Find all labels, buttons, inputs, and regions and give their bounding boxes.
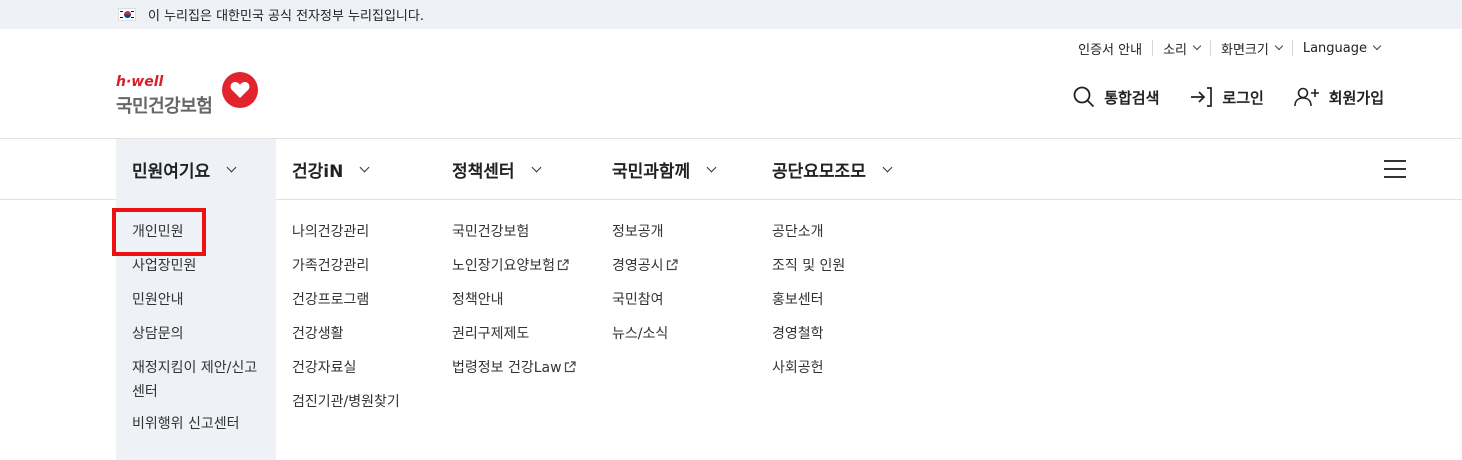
- heart-logo-icon: [222, 72, 258, 108]
- submenu-item[interactable]: 홍보센터: [772, 290, 845, 324]
- submenu-item[interactable]: 정보공개: [612, 222, 678, 256]
- nav-menu-label: 민원여기요: [132, 162, 211, 182]
- signup-label: 회원가입: [1328, 88, 1384, 107]
- submenu-item[interactable]: 정책안내: [452, 290, 576, 324]
- chevron-down-icon: [706, 162, 717, 173]
- submenu-item[interactable]: 민원안내: [132, 290, 264, 324]
- font-size-dropdown[interactable]: 화면크기: [1210, 40, 1292, 58]
- nav-menu-label: 건강iN: [292, 162, 344, 182]
- nav-menu-policy[interactable]: 정책센터: [452, 139, 542, 200]
- nav-menu-about[interactable]: 공단요모조모: [772, 139, 893, 200]
- submenu-item[interactable]: 공단소개: [772, 222, 845, 256]
- login-icon: [1191, 87, 1213, 107]
- submenu-item-label: 법령정보 건강Law: [452, 360, 562, 376]
- font-size-label: 화면크기: [1221, 42, 1269, 58]
- submenu-item[interactable]: 국민건강보험: [452, 222, 576, 256]
- gov-banner: 이 누리집은 대한민국 공식 전자정부 누리집입니다.: [0, 0, 1462, 29]
- submenu-policy: 국민건강보험 노인장기요양보험 정책안내 권리구제제도 법령정보 건강Law: [452, 222, 576, 392]
- submenu-item[interactable]: 재정지킴이 제안/신고센터: [132, 356, 264, 414]
- utility-bar: 인증서 안내 소리 화면크기 Language: [1068, 40, 1390, 58]
- submenu-item-label: 경영공시: [612, 258, 664, 274]
- submenu-item[interactable]: 조직 및 인원: [772, 256, 845, 290]
- submenu-about: 공단소개 조직 및 인원 홍보센터 경영철학 사회공헌: [772, 222, 845, 392]
- language-dropdown[interactable]: Language: [1291, 40, 1390, 56]
- submenu-item[interactable]: 뉴스/소식: [612, 324, 678, 358]
- certificate-link[interactable]: 인증서 안내: [1068, 40, 1152, 58]
- external-link-icon: [557, 259, 569, 271]
- submenu-item[interactable]: 국민참여: [612, 290, 678, 324]
- gov-banner-text: 이 누리집은 대한민국 공식 전자정부 누리집입니다.: [148, 9, 424, 24]
- chevron-down-icon: [1192, 41, 1202, 51]
- submenu-together: 정보공개 경영공시 국민참여 뉴스/소식: [612, 222, 678, 358]
- nav-menu-together[interactable]: 국민과함께: [612, 139, 717, 200]
- logo-title: 국민건강보험: [116, 96, 213, 117]
- submenu-item[interactable]: 사회공헌: [772, 358, 845, 392]
- submenu-item[interactable]: 비위행위 신고센터: [132, 414, 264, 448]
- nav-menu-label: 공단요모조모: [772, 162, 866, 182]
- korea-flag-icon: [118, 8, 136, 21]
- submenu-item-label: 노인장기요양보험: [452, 258, 556, 274]
- submenu-item[interactable]: 나의건강관리: [292, 222, 400, 256]
- nav-menu-label: 정책센터: [452, 162, 515, 182]
- submenu-item[interactable]: 검진기관/병원찾기: [292, 392, 400, 426]
- hamburger-menu-icon[interactable]: [1384, 160, 1406, 178]
- external-link-icon: [666, 259, 678, 271]
- search-icon: [1073, 86, 1095, 108]
- submenu-item[interactable]: 법령정보 건강Law: [452, 358, 576, 392]
- nav-menu-label: 국민과함께: [612, 162, 691, 182]
- submenu-item[interactable]: 건강자료실: [292, 358, 400, 392]
- login-label: 로그인: [1222, 88, 1264, 107]
- external-link-icon: [564, 361, 576, 373]
- add-user-icon: [1293, 87, 1319, 107]
- main-navigation: 민원여기요 건강iN 정책센터 국민과함께 공단요모조모: [0, 138, 1462, 200]
- search-label: 통합검색: [1104, 88, 1160, 107]
- chevron-down-icon: [226, 162, 237, 173]
- submenu-item[interactable]: 경영철학: [772, 324, 845, 358]
- submenu-health-in: 나의건강관리 가족건강관리 건강프로그램 건강생활 건강자료실 검진기관/병원찾…: [292, 222, 400, 426]
- signup-button[interactable]: 회원가입: [1293, 86, 1384, 108]
- chevron-down-icon: [1372, 41, 1382, 51]
- language-label: Language: [1302, 40, 1367, 56]
- nav-menu-health-in[interactable]: 건강iN: [292, 139, 370, 200]
- sound-label: 소리: [1163, 42, 1187, 58]
- submenu-item[interactable]: 건강프로그램: [292, 290, 400, 324]
- submenu-item[interactable]: 상담문의: [132, 324, 264, 358]
- site-logo[interactable]: h·well 국민건강보험: [116, 72, 266, 128]
- submenu-item[interactable]: 권리구제제도: [452, 324, 576, 358]
- submenu-item[interactable]: 건강생활: [292, 324, 400, 358]
- chevron-down-icon: [882, 162, 893, 173]
- submenu-item[interactable]: 경영공시: [612, 256, 678, 290]
- sound-dropdown[interactable]: 소리: [1152, 40, 1210, 58]
- chevron-down-icon: [359, 162, 370, 173]
- certificate-label: 인증서 안내: [1078, 42, 1143, 58]
- chevron-down-icon: [531, 162, 542, 173]
- search-button[interactable]: 통합검색: [1073, 86, 1159, 108]
- submenu-item[interactable]: 가족건강관리: [292, 256, 400, 290]
- submenu-item[interactable]: 사업장민원: [132, 256, 264, 290]
- chevron-down-icon: [1274, 41, 1284, 51]
- login-button[interactable]: 로그인: [1189, 86, 1264, 108]
- logo-subtitle: h·well: [116, 74, 164, 90]
- submenu-item[interactable]: 노인장기요양보험: [452, 256, 576, 290]
- highlight-box: [112, 208, 206, 256]
- header-actions: 통합검색 로그인 회원가입: [1043, 86, 1384, 108]
- nav-menu-civil[interactable]: 민원여기요: [116, 139, 276, 200]
